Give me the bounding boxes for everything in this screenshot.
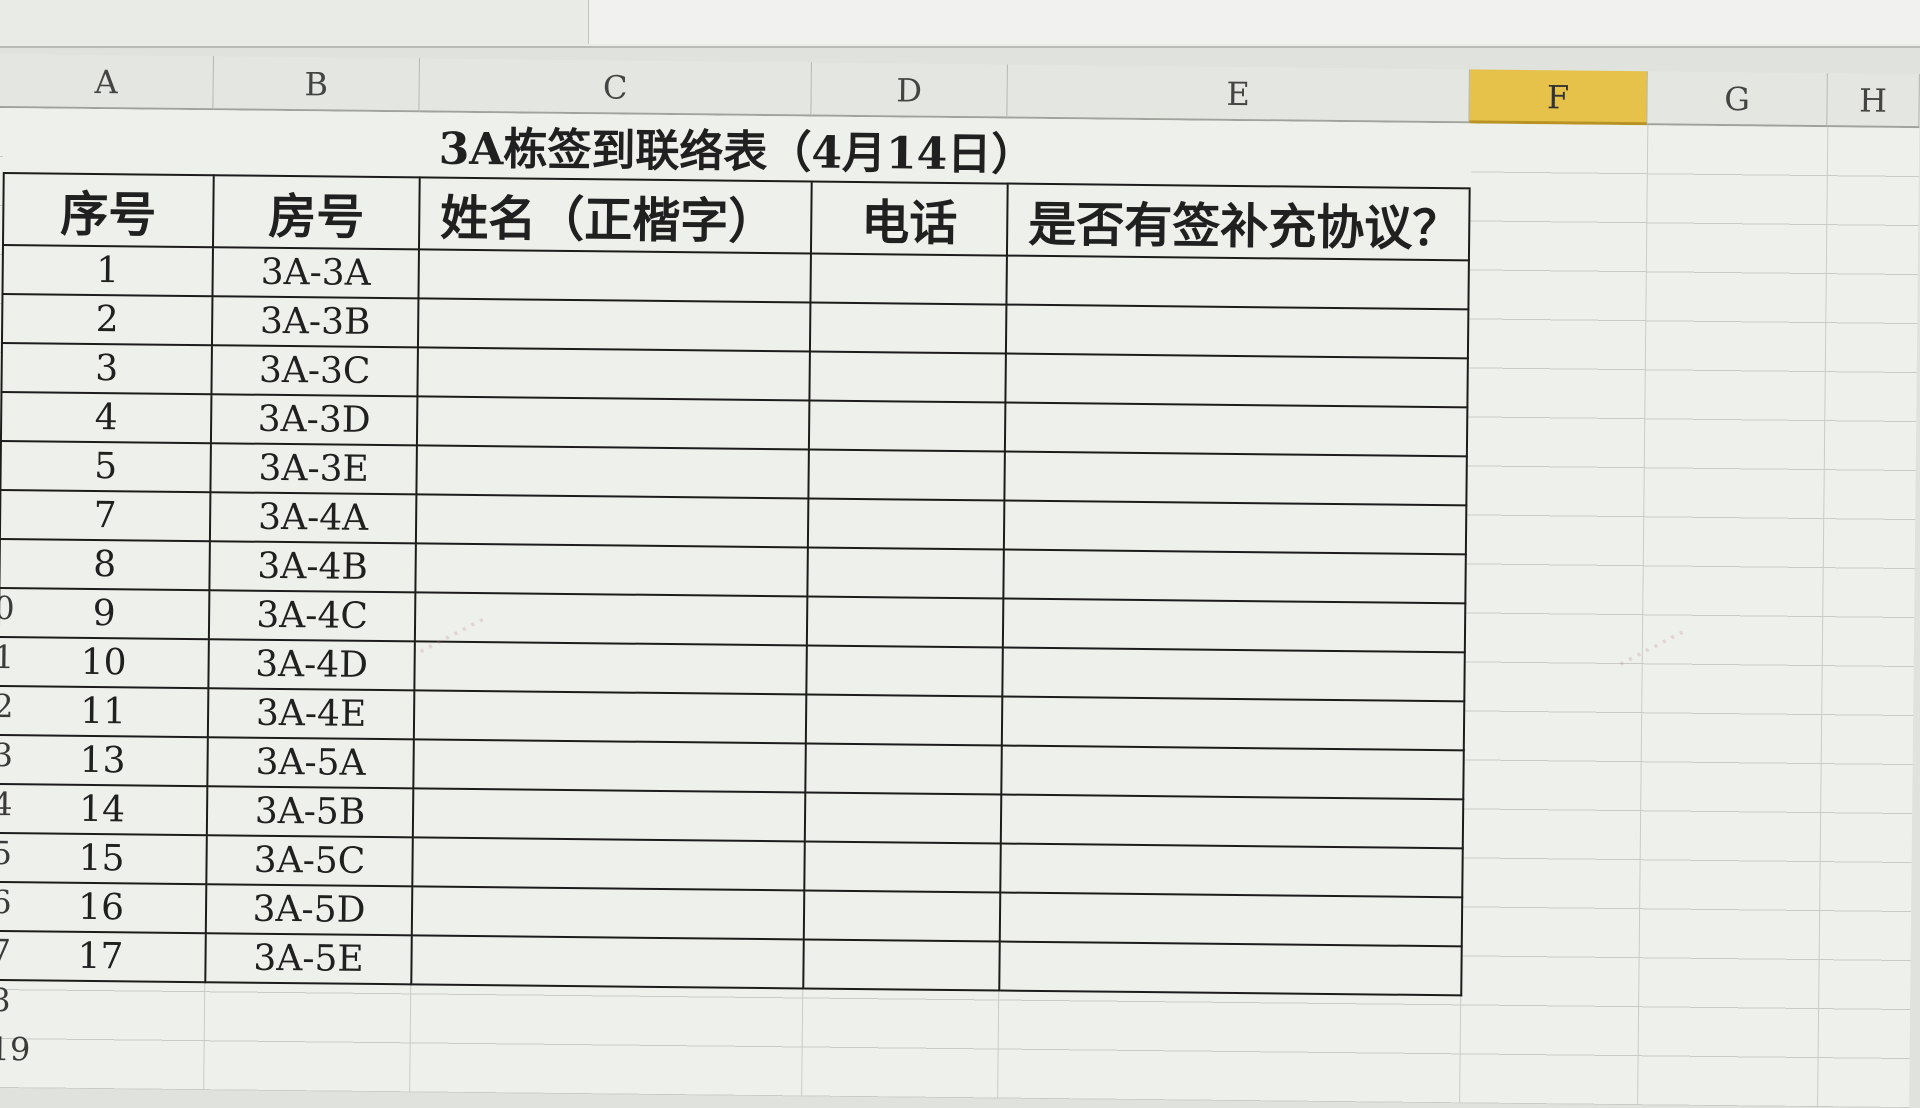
cell-room[interactable]: 3A-3A bbox=[212, 247, 419, 299]
cell-phone[interactable] bbox=[804, 792, 1002, 844]
cell-phone[interactable] bbox=[807, 547, 1004, 599]
cell-room[interactable]: 3A-3E bbox=[210, 443, 417, 495]
row-number[interactable]: 7 bbox=[0, 927, 31, 976]
cell-seq[interactable]: 8 bbox=[0, 539, 210, 591]
cell-agreement[interactable] bbox=[1004, 451, 1467, 506]
cell-seq[interactable]: 2 bbox=[1, 294, 213, 346]
cell-phone[interactable] bbox=[805, 694, 1003, 746]
cell-phone[interactable] bbox=[809, 302, 1007, 354]
column-header-h[interactable]: H bbox=[1827, 73, 1920, 129]
cell-room[interactable]: 3A-4D bbox=[208, 639, 415, 691]
cell-name[interactable] bbox=[413, 690, 807, 744]
cell-name[interactable] bbox=[412, 837, 805, 891]
cell-seq[interactable]: 4 bbox=[0, 392, 212, 444]
cell-room[interactable]: 3A-5A bbox=[207, 737, 414, 789]
row-number[interactable]: 5 bbox=[0, 829, 32, 878]
cell-room[interactable]: 3A-3D bbox=[210, 394, 418, 446]
cell-name[interactable] bbox=[418, 249, 811, 303]
cell-name[interactable] bbox=[414, 641, 807, 695]
cell-agreement[interactable] bbox=[1003, 549, 1466, 604]
row-number[interactable]: 3 bbox=[0, 731, 33, 780]
row-number[interactable]: 2 bbox=[0, 682, 33, 731]
header-seq[interactable]: 序号 bbox=[2, 173, 214, 248]
column-header-a[interactable]: A bbox=[0, 54, 214, 111]
cell-phone[interactable] bbox=[803, 939, 1000, 991]
cell-room[interactable]: 3A-4B bbox=[209, 541, 416, 593]
row-number[interactable]: 6 bbox=[0, 878, 31, 927]
cell-phone[interactable] bbox=[805, 743, 1002, 795]
row-number[interactable]: 1 bbox=[0, 633, 34, 682]
cell-agreement[interactable] bbox=[1001, 696, 1465, 751]
cell-phone[interactable] bbox=[804, 841, 1001, 893]
row-number[interactable]: 19 bbox=[0, 1025, 30, 1074]
cell-name[interactable] bbox=[415, 543, 808, 597]
header-name[interactable]: 姓名（正楷字） bbox=[418, 177, 812, 254]
cell-agreement[interactable] bbox=[1000, 843, 1463, 898]
cell-agreement[interactable] bbox=[1005, 304, 1469, 359]
cell-name[interactable] bbox=[411, 886, 805, 940]
header-agreement[interactable]: 是否有签补充协议？ bbox=[1006, 183, 1470, 261]
header-room[interactable]: 房号 bbox=[212, 175, 420, 250]
cell-agreement[interactable] bbox=[999, 941, 1462, 996]
cell-room[interactable]: 3A-4C bbox=[208, 590, 416, 642]
cell-agreement[interactable] bbox=[1000, 794, 1464, 849]
cell-room[interactable]: 3A-5E bbox=[205, 933, 412, 985]
cell-phone[interactable] bbox=[806, 596, 1004, 648]
cell-seq[interactable]: 1 bbox=[2, 245, 213, 297]
column-header-f[interactable]: F bbox=[1469, 69, 1648, 126]
cell-agreement[interactable] bbox=[999, 892, 1463, 947]
cell-name[interactable] bbox=[412, 788, 806, 842]
cell-room[interactable]: 3A-4A bbox=[209, 492, 417, 544]
cell-phone[interactable] bbox=[810, 253, 1007, 305]
signin-table: 3A栋签到联络表（4月14日） 序号 房号 姓名（正楷字） 电话 是否有签补充协… bbox=[0, 108, 1472, 997]
column-header-d[interactable]: D bbox=[811, 62, 1008, 119]
cell-seq[interactable]: 17 bbox=[0, 931, 206, 983]
cell-phone[interactable] bbox=[807, 498, 1005, 550]
cell-agreement[interactable] bbox=[1002, 598, 1466, 653]
column-header-e[interactable]: E bbox=[1007, 64, 1470, 124]
cell-seq[interactable]: 7 bbox=[0, 490, 211, 542]
cell-agreement[interactable] bbox=[1002, 647, 1465, 702]
cell-name[interactable] bbox=[415, 494, 809, 548]
formula-bar-area bbox=[0, 0, 1920, 48]
cell-name[interactable] bbox=[417, 347, 810, 401]
cell-agreement[interactable] bbox=[1001, 745, 1464, 800]
column-header-c[interactable]: C bbox=[419, 58, 812, 117]
column-header-b[interactable]: B bbox=[213, 56, 420, 113]
cell-room[interactable]: 3A-5D bbox=[205, 884, 413, 936]
column-header-g[interactable]: G bbox=[1647, 71, 1828, 128]
cell-name[interactable] bbox=[417, 298, 811, 352]
cell-phone[interactable] bbox=[803, 890, 1001, 942]
spreadsheet: A B C D E F G H 3A栋签到联络表（4月14日） 序号 房号 姓名… bbox=[0, 54, 1920, 1108]
cell-phone[interactable] bbox=[808, 400, 1006, 452]
cell-room[interactable]: 3A-5C bbox=[206, 835, 413, 887]
row-number[interactable]: 8 bbox=[0, 976, 30, 1025]
cell-room[interactable]: 3A-4E bbox=[207, 688, 415, 740]
cell-agreement[interactable] bbox=[1003, 500, 1467, 555]
cell-phone[interactable] bbox=[806, 645, 1003, 697]
cell-name[interactable] bbox=[411, 935, 804, 989]
cell-phone[interactable] bbox=[808, 449, 1005, 501]
cell-room[interactable]: 3A-3C bbox=[211, 345, 418, 397]
formula-input[interactable] bbox=[588, 0, 1920, 44]
cell-room[interactable]: 3A-5B bbox=[206, 786, 414, 838]
header-phone[interactable]: 电话 bbox=[810, 181, 1008, 256]
cell-agreement[interactable] bbox=[1004, 402, 1468, 457]
cell-name[interactable] bbox=[416, 396, 810, 450]
row-number[interactable]: 4 bbox=[0, 780, 32, 829]
cell-seq[interactable]: 3 bbox=[1, 343, 212, 395]
row-number[interactable]: 0 bbox=[0, 584, 34, 633]
cell-agreement[interactable] bbox=[1006, 255, 1469, 310]
cell-name[interactable] bbox=[413, 739, 806, 793]
cell-agreement[interactable] bbox=[1005, 353, 1468, 408]
cell-room[interactable]: 3A-3B bbox=[211, 296, 419, 348]
cell-name[interactable] bbox=[416, 445, 809, 499]
cell-phone[interactable] bbox=[809, 351, 1006, 403]
cell-seq[interactable]: 5 bbox=[0, 441, 211, 493]
